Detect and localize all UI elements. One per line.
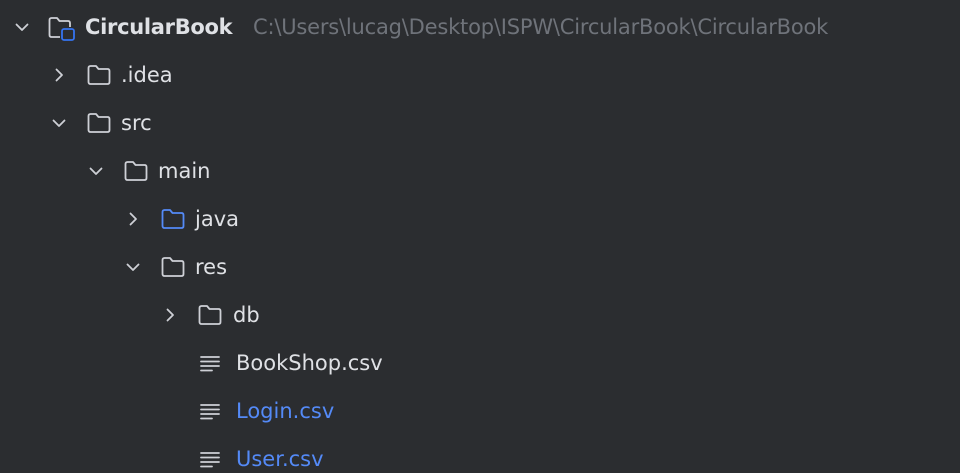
source-folder-icon [161,209,185,229]
tree-item-java[interactable]: java [0,195,960,243]
chevron-right-icon[interactable] [49,65,69,85]
tree-item-label: src [121,111,152,135]
tree-item-label: res [195,255,228,279]
tree-item-user-csv[interactable]: User.csv [0,435,960,473]
folder-icon [87,113,111,133]
folder-icon [161,257,185,277]
chevron-down-icon[interactable] [86,161,106,181]
text-file-icon [200,404,220,420]
folder-icon [124,161,148,181]
tree-item-src[interactable]: src [0,99,960,147]
module-folder-icon [48,17,75,41]
tree-item-login-csv[interactable]: Login.csv [0,387,960,435]
tree-item-main[interactable]: main [0,147,960,195]
tree-item-db[interactable]: db [0,291,960,339]
tree-item-label: BookShop.csv [236,351,383,375]
chevron-right-icon[interactable] [123,209,143,229]
chevron-down-icon[interactable] [49,113,69,133]
chevron-down-icon[interactable] [123,257,143,277]
chevron-down-icon[interactable] [12,17,32,37]
tree-item-idea[interactable]: .idea [0,51,960,99]
text-file-icon [200,356,220,372]
folder-icon [198,305,222,325]
project-tree: CircularBook C:\Users\lucag\Desktop\ISPW… [0,0,960,473]
tree-item-label: db [233,303,260,327]
tree-item-circularbook[interactable]: CircularBook C:\Users\lucag\Desktop\ISPW… [0,3,960,51]
tree-item-label: main [158,159,211,183]
tree-item-label: Login.csv [236,399,335,423]
tree-item-bookshop-csv[interactable]: BookShop.csv [0,339,960,387]
chevron-right-icon[interactable] [160,305,180,325]
tree-item-label: CircularBook [85,15,233,39]
text-file-icon [200,452,220,468]
project-path: C:\Users\lucag\Desktop\ISPW\CircularBook… [253,15,829,39]
tree-item-label: java [195,207,239,231]
folder-icon [87,65,111,85]
tree-item-label: User.csv [236,447,324,471]
tree-item-label: .idea [121,63,173,87]
tree-item-res[interactable]: res [0,243,960,291]
